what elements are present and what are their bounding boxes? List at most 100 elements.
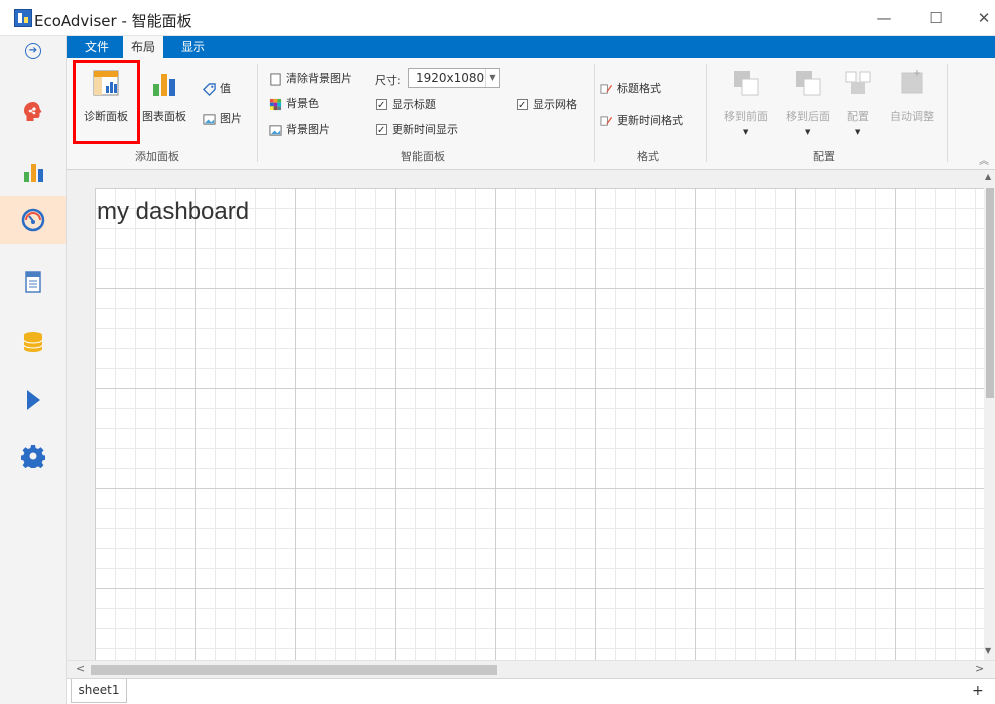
dashboard-canvas-area bbox=[67, 170, 995, 660]
gear-icon bbox=[21, 445, 45, 468]
update-time-format-button[interactable]: 更新时间格式 bbox=[600, 112, 683, 130]
configure-icon bbox=[845, 71, 871, 94]
chevron-down-icon[interactable]: ▼ bbox=[805, 128, 810, 136]
app-logo-icon bbox=[14, 9, 32, 27]
diagnostic-panel-button[interactable]: 诊断面板 bbox=[75, 64, 137, 136]
app-window: EcoAdviser - 智能面板 — ☐ ✕ ➔ 文件 布局 显示 诊断面板 … bbox=[0, 0, 995, 704]
tab-display[interactable]: 显示 bbox=[173, 36, 213, 58]
play-icon bbox=[27, 390, 40, 410]
close-button[interactable]: ✕ bbox=[966, 6, 995, 30]
diagnostic-panel-label: 诊断面板 bbox=[84, 110, 128, 123]
picture-button[interactable]: 图片 bbox=[203, 110, 242, 128]
sidebar-toggle-icon[interactable]: ➔ bbox=[25, 43, 41, 59]
group-label-smart-panel: 智能面板 bbox=[401, 150, 445, 163]
tag-icon bbox=[203, 82, 216, 96]
background-image-button[interactable]: 背景图片 bbox=[269, 121, 330, 139]
send-to-back-icon bbox=[796, 71, 821, 96]
vertical-scrollbar[interactable]: ▲ ▼ bbox=[984, 170, 995, 660]
clear-background-image-label: 清除背景图片 bbox=[286, 72, 352, 85]
tab-layout[interactable]: 布局 bbox=[123, 36, 164, 58]
show-title-checkbox[interactable]: 显示标题 bbox=[376, 96, 436, 115]
scroll-right-icon[interactable]: > bbox=[975, 662, 984, 675]
size-label: 尺寸: bbox=[375, 74, 401, 87]
bring-to-front-label: 移到前面 bbox=[724, 110, 768, 123]
color-palette-icon bbox=[269, 98, 282, 110]
checkbox-icon[interactable] bbox=[376, 122, 387, 140]
bring-to-front-button[interactable]: 移到前面 bbox=[715, 64, 777, 136]
checkbox-icon[interactable] bbox=[517, 97, 528, 115]
value-button[interactable]: 值 bbox=[203, 80, 231, 98]
brain-icon bbox=[24, 102, 42, 121]
checkbox-icon[interactable] bbox=[376, 97, 387, 115]
background-image-label: 背景图片 bbox=[286, 123, 330, 136]
show-title-label: 显示标题 bbox=[392, 98, 436, 111]
show-update-time-checkbox[interactable]: 更新时间显示 bbox=[376, 121, 458, 140]
chart-panel-button[interactable]: 图表面板 bbox=[133, 64, 195, 136]
sidebar-item-settings[interactable] bbox=[0, 432, 66, 480]
chart-panel-label: 图表面板 bbox=[142, 110, 186, 123]
auto-adjust-icon bbox=[901, 70, 923, 94]
diagnostic-panel-icon bbox=[93, 70, 119, 96]
database-icon bbox=[23, 332, 43, 352]
title-format-button[interactable]: 标题格式 bbox=[600, 80, 661, 98]
chevron-down-icon[interactable]: ▼ bbox=[485, 69, 499, 87]
sheet-tab[interactable]: sheet1 bbox=[71, 679, 127, 703]
collapse-ribbon-icon[interactable]: ︽ bbox=[979, 152, 989, 167]
image-icon bbox=[203, 113, 216, 125]
group-separator bbox=[257, 64, 258, 162]
document-icon bbox=[25, 271, 41, 293]
group-label-config: 配置 bbox=[813, 150, 835, 163]
sidebar-item-run[interactable] bbox=[0, 376, 66, 424]
scrollbar-thumb[interactable] bbox=[986, 188, 994, 398]
group-label-format: 格式 bbox=[637, 150, 659, 163]
window-title: EcoAdviser - 智能面板 bbox=[34, 12, 192, 30]
show-grid-label: 显示网格 bbox=[533, 98, 577, 111]
update-time-format-label: 更新时间格式 bbox=[617, 114, 683, 127]
background-color-label: 背景色 bbox=[286, 97, 319, 110]
minimize-button[interactable]: — bbox=[866, 6, 902, 30]
scroll-down-icon[interactable]: ▼ bbox=[985, 646, 991, 655]
value-label: 值 bbox=[220, 82, 231, 95]
sidebar-item-report[interactable] bbox=[0, 258, 66, 306]
show-grid-checkbox[interactable]: 显示网格 bbox=[517, 96, 577, 115]
sidebar-item-chart[interactable] bbox=[0, 148, 66, 196]
gauge-icon bbox=[21, 208, 45, 232]
sidebar-item-brain[interactable] bbox=[0, 88, 66, 136]
add-sheet-button[interactable]: + bbox=[972, 683, 984, 699]
size-select[interactable]: 1920x1080 ▼ bbox=[408, 68, 500, 88]
size-value: 1920x1080 bbox=[416, 71, 485, 85]
sidebar-item-dashboard[interactable] bbox=[0, 196, 66, 244]
title-bar: EcoAdviser - 智能面板 — ☐ ✕ bbox=[0, 0, 995, 36]
blank-page-icon bbox=[270, 72, 281, 86]
clear-background-image-button[interactable]: 清除背景图片 bbox=[269, 70, 352, 88]
group-separator bbox=[947, 64, 948, 162]
background-color-button[interactable]: 背景色 bbox=[269, 95, 319, 113]
title-format-label: 标题格式 bbox=[617, 82, 661, 95]
auto-adjust-label: 自动调整 bbox=[890, 110, 934, 123]
group-separator bbox=[594, 64, 595, 162]
chevron-down-icon[interactable]: ▼ bbox=[855, 128, 860, 136]
maximize-button[interactable]: ☐ bbox=[918, 6, 954, 30]
sheet-tab-bar: sheet1 + bbox=[67, 678, 995, 704]
scroll-up-icon[interactable]: ▲ bbox=[985, 172, 991, 181]
ribbon: 诊断面板 图表面板 值 图片 添加面板 清除背景图片 背景色 背景图片 尺寸: … bbox=[67, 58, 995, 170]
image-icon bbox=[269, 124, 282, 136]
bar-chart-icon bbox=[153, 74, 175, 96]
dashboard-title[interactable]: my dashboard bbox=[97, 198, 249, 226]
group-separator bbox=[706, 64, 707, 162]
scroll-left-icon[interactable]: < bbox=[76, 662, 85, 675]
sidebar-item-database[interactable] bbox=[0, 318, 66, 366]
bar-chart-icon bbox=[24, 164, 43, 182]
format-brush-icon bbox=[600, 115, 613, 126]
auto-adjust-button[interactable]: 自动调整 bbox=[877, 64, 947, 136]
show-update-time-label: 更新时间显示 bbox=[392, 123, 458, 136]
tab-file[interactable]: 文件 bbox=[77, 36, 117, 58]
bring-to-front-icon bbox=[734, 71, 759, 96]
group-label-add-panel: 添加面板 bbox=[135, 150, 179, 163]
scrollbar-thumb[interactable] bbox=[91, 665, 497, 675]
horizontal-scrollbar[interactable]: < > bbox=[67, 660, 995, 678]
dashboard-grid[interactable] bbox=[95, 188, 987, 660]
ribbon-tab-bar: 文件 布局 显示 bbox=[67, 36, 995, 58]
chevron-down-icon[interactable]: ▼ bbox=[743, 128, 748, 136]
picture-label: 图片 bbox=[220, 112, 242, 125]
